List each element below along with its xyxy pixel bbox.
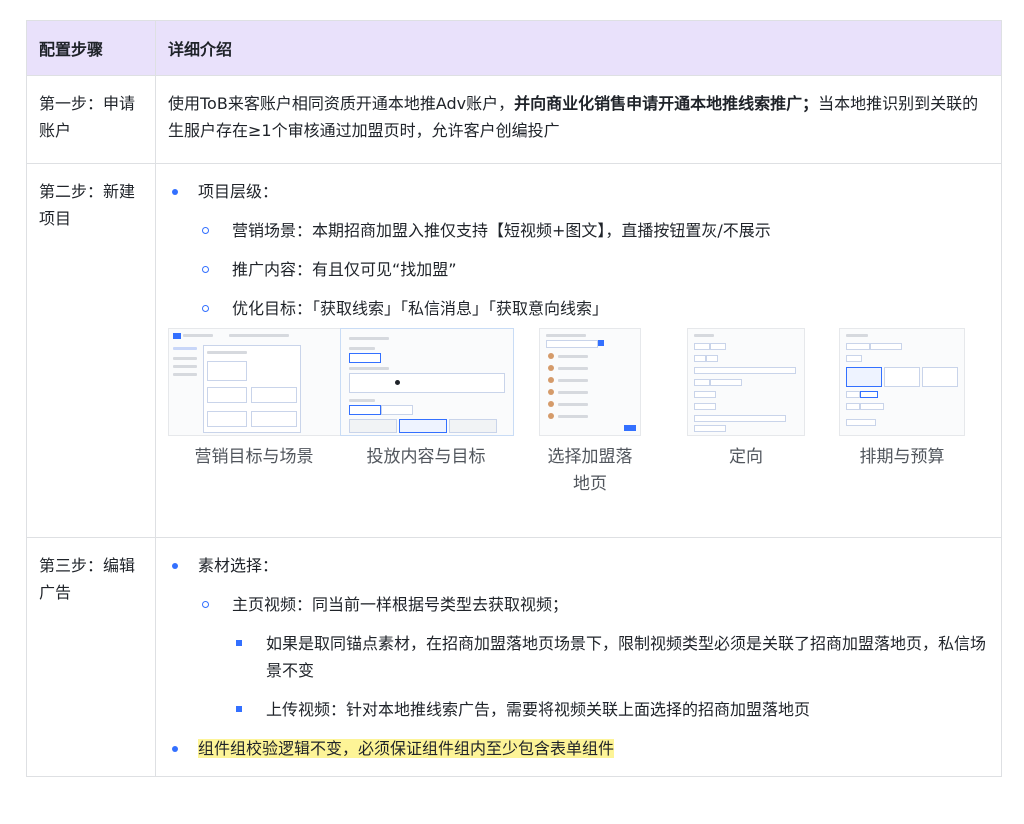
detail-text: 使用ToB来客账户相同资质开通本地推Adv账户， <box>168 94 515 113</box>
square-bullet-icon <box>236 640 242 646</box>
sub-item-text: 推广内容：有且仅可见“找加盟” <box>232 260 457 279</box>
table-header-row: 配置步骤 详细介绍 <box>26 20 1002 76</box>
list-item-text: 素材选择： <box>198 556 279 575</box>
sub-item-text: 营销场景：本期招商加盟入推仅支持【短视频+图文】，直播按钮置灰/不展示 <box>232 221 771 240</box>
screenshot-gallery: 营销目标与场景 投放内容与目标 选择加盟落地页 定向 排期与预算 <box>168 328 980 498</box>
sub-item-text: 优化目标：「获取线索」「私信消息」「获取意向线索」 <box>232 299 609 318</box>
thumbnail[interactable]: 营销目标与场景 <box>168 328 342 498</box>
sub-list-item: 优化目标：「获取线索」「私信消息」「获取意向线索」 <box>198 295 989 322</box>
bullet-dot-icon <box>172 189 178 195</box>
table-row: 第三步：编辑广告 素材选择： 主页视频：同当前一样根据号类型去获取视频； 如果是… <box>26 537 1002 777</box>
thumbnail-image <box>340 328 514 436</box>
thumbnail-caption: 营销目标与场景 <box>194 447 314 467</box>
header-step: 配置步骤 <box>26 20 156 76</box>
thumbnail-caption: 选择加盟落地页 <box>547 447 633 494</box>
thumbnail-caption: 定向 <box>729 447 763 467</box>
bullet-list: 项目层级： 营销场景：本期招商加盟入推仅支持【短视频+图文】，直播按钮置灰/不展… <box>168 178 989 322</box>
thumbnail-caption: 排期与预算 <box>859 447 945 467</box>
detail-cell: 项目层级： 营销场景：本期招商加盟入推仅支持【短视频+图文】，直播按钮置灰/不展… <box>155 163 1002 538</box>
thumbnail-image <box>839 328 965 436</box>
thumbnail[interactable]: 投放内容与目标 <box>340 328 514 498</box>
sub-sub-item-text: 上传视频：针对本地推线索广告，需要将视频关联上面选择的招商加盟落地页 <box>266 700 811 719</box>
sub-list: 主页视频：同当前一样根据号类型去获取视频； 如果是取同锚点素材，在招商加盟落地页… <box>198 591 989 723</box>
thumbnail-image <box>168 328 342 436</box>
list-item-text: 项目层级： <box>198 182 279 201</box>
hollow-circle-bullet-icon <box>202 227 209 234</box>
step-cell: 第三步：编辑广告 <box>26 537 156 777</box>
table-row: 第一步：申请账户 使用ToB来客账户相同资质开通本地推Adv账户，并向商业化销售… <box>26 75 1002 164</box>
sub-sub-list-item: 上传视频：针对本地推线索广告，需要将视频关联上面选择的招商加盟落地页 <box>232 696 989 723</box>
thumbnail-image <box>687 328 805 436</box>
detail-cell: 素材选择： 主页视频：同当前一样根据号类型去获取视频； 如果是取同锚点素材，在招… <box>155 537 1002 777</box>
list-item: 组件组校验逻辑不变，必须保证组件组内至少包含表单组件 <box>168 735 989 762</box>
highlighted-text: 组件组校验逻辑不变，必须保证组件组内至少包含表单组件 <box>198 739 615 758</box>
sub-list: 营销场景：本期招商加盟入推仅支持【短视频+图文】，直播按钮置灰/不展示 推广内容… <box>198 217 989 322</box>
thumbnail[interactable]: 定向 <box>668 328 824 498</box>
detail-bold-text: 并向商业化销售申请开通本地推线索推广； <box>514 94 819 113</box>
bullet-dot-icon <box>172 563 178 569</box>
thumbnail[interactable]: 排期与预算 <box>824 328 980 498</box>
sub-list-item: 营销场景：本期招商加盟入推仅支持【短视频+图文】，直播按钮置灰/不展示 <box>198 217 989 244</box>
square-bullet-icon <box>236 706 242 712</box>
thumbnail-caption: 投放内容与目标 <box>366 447 486 467</box>
sub-sub-item-text: 如果是取同锚点素材，在招商加盟落地页场景下，限制视频类型必须是关联了招商加盟落地… <box>266 634 987 680</box>
sub-sub-list: 如果是取同锚点素材，在招商加盟落地页场景下，限制视频类型必须是关联了招商加盟落地… <box>232 630 989 723</box>
step-cell: 第二步：新建项目 <box>26 163 156 538</box>
hollow-circle-bullet-icon <box>202 266 209 273</box>
config-table-wrapper: 配置步骤 详细介绍 第一步：申请账户 使用ToB来客账户相同资质开通本地推Adv… <box>26 20 1002 777</box>
sub-list-item: 主页视频：同当前一样根据号类型去获取视频； 如果是取同锚点素材，在招商加盟落地页… <box>198 591 989 723</box>
hollow-circle-bullet-icon <box>202 305 209 312</box>
header-detail: 详细介绍 <box>155 20 1002 76</box>
sub-sub-list-item: 如果是取同锚点素材，在招商加盟落地页场景下，限制视频类型必须是关联了招商加盟落地… <box>232 630 989 684</box>
config-table: 配置步骤 详细介绍 第一步：申请账户 使用ToB来客账户相同资质开通本地推Adv… <box>26 20 1002 777</box>
list-item: 素材选择： 主页视频：同当前一样根据号类型去获取视频； 如果是取同锚点素材，在招… <box>168 552 989 723</box>
list-item: 项目层级： 营销场景：本期招商加盟入推仅支持【短视频+图文】，直播按钮置灰/不展… <box>168 178 989 322</box>
thumbnail-image <box>539 328 641 436</box>
bullet-dot-icon <box>172 746 178 752</box>
thumbnail[interactable]: 选择加盟落地页 <box>512 328 668 498</box>
sub-list-item: 推广内容：有且仅可见“找加盟” <box>198 256 989 283</box>
detail-cell: 使用ToB来客账户相同资质开通本地推Adv账户，并向商业化销售申请开通本地推线索… <box>155 75 1002 164</box>
bullet-list: 素材选择： 主页视频：同当前一样根据号类型去获取视频； 如果是取同锚点素材，在招… <box>168 552 989 762</box>
table-row: 第二步：新建项目 项目层级： 营销场景：本期招商加盟入推仅支持【短视频+图文】，… <box>26 163 1002 538</box>
sub-item-text: 主页视频：同当前一样根据号类型去获取视频； <box>232 595 569 614</box>
hollow-circle-bullet-icon <box>202 601 209 608</box>
step-cell: 第一步：申请账户 <box>26 75 156 164</box>
